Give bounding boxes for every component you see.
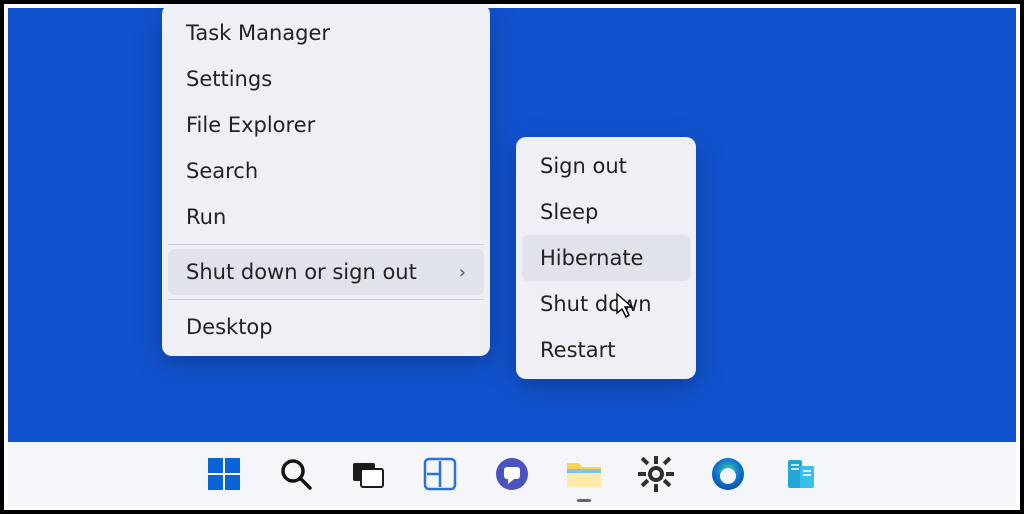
edge-icon (710, 456, 746, 492)
menu-item-settings[interactable]: Settings (168, 56, 484, 102)
menu-item-label: Run (186, 205, 226, 229)
menu-item-label: Sign out (540, 154, 627, 178)
widgets-icon (423, 457, 457, 491)
desktop-background (8, 8, 1016, 442)
taskbar-widgets-button[interactable] (418, 452, 462, 496)
menu-item-task-manager[interactable]: Task Manager (168, 10, 484, 56)
submenu-item-hibernate[interactable]: Hibernate (522, 235, 690, 281)
menu-item-label: Restart (540, 338, 615, 362)
menu-item-desktop[interactable]: Desktop (168, 304, 484, 350)
taskbar-file-explorer-button[interactable] (562, 452, 606, 496)
menu-item-file-explorer[interactable]: File Explorer (168, 102, 484, 148)
submenu-item-shutdown[interactable]: Shut down (522, 281, 690, 327)
taskbar-chat-button[interactable] (490, 452, 534, 496)
menu-item-run[interactable]: Run (168, 194, 484, 240)
taskbar-start-button[interactable] (202, 452, 246, 496)
taskbar (8, 442, 1016, 506)
menu-item-shutdown-signout[interactable]: Shut down or sign out › (168, 249, 484, 295)
shutdown-submenu: Sign out Sleep Hibernate Shut down Resta… (516, 137, 696, 379)
menu-item-label: File Explorer (186, 113, 315, 137)
menu-item-label: Sleep (540, 200, 598, 224)
menu-item-label: Shut down (540, 292, 652, 316)
submenu-item-restart[interactable]: Restart (522, 327, 690, 373)
menu-separator (168, 244, 484, 245)
server-icon (782, 456, 818, 492)
menu-item-label: Shut down or sign out (186, 260, 417, 284)
menu-item-label: Desktop (186, 315, 273, 339)
taskbar-search-button[interactable] (274, 452, 318, 496)
menu-item-search[interactable]: Search (168, 148, 484, 194)
submenu-item-signout[interactable]: Sign out (522, 143, 690, 189)
taskbar-servers-button[interactable] (778, 452, 822, 496)
taskbar-active-indicator (577, 499, 591, 502)
menu-item-label: Settings (186, 67, 272, 91)
winx-menu: Task Manager Settings File Explorer Sear… (162, 4, 490, 356)
file-explorer-icon (565, 457, 603, 491)
chat-icon (494, 456, 530, 492)
menu-item-label: Task Manager (186, 21, 330, 45)
menu-item-label: Search (186, 159, 258, 183)
menu-item-label: Hibernate (540, 246, 643, 270)
menu-separator (168, 299, 484, 300)
task-view-icon (351, 457, 385, 491)
taskbar-settings-button[interactable] (634, 452, 678, 496)
search-icon (279, 457, 313, 491)
start-icon (207, 457, 241, 491)
taskbar-task-view-button[interactable] (346, 452, 390, 496)
gear-icon (638, 456, 674, 492)
chevron-right-icon: › (459, 262, 466, 283)
taskbar-edge-button[interactable] (706, 452, 750, 496)
submenu-item-sleep[interactable]: Sleep (522, 189, 690, 235)
